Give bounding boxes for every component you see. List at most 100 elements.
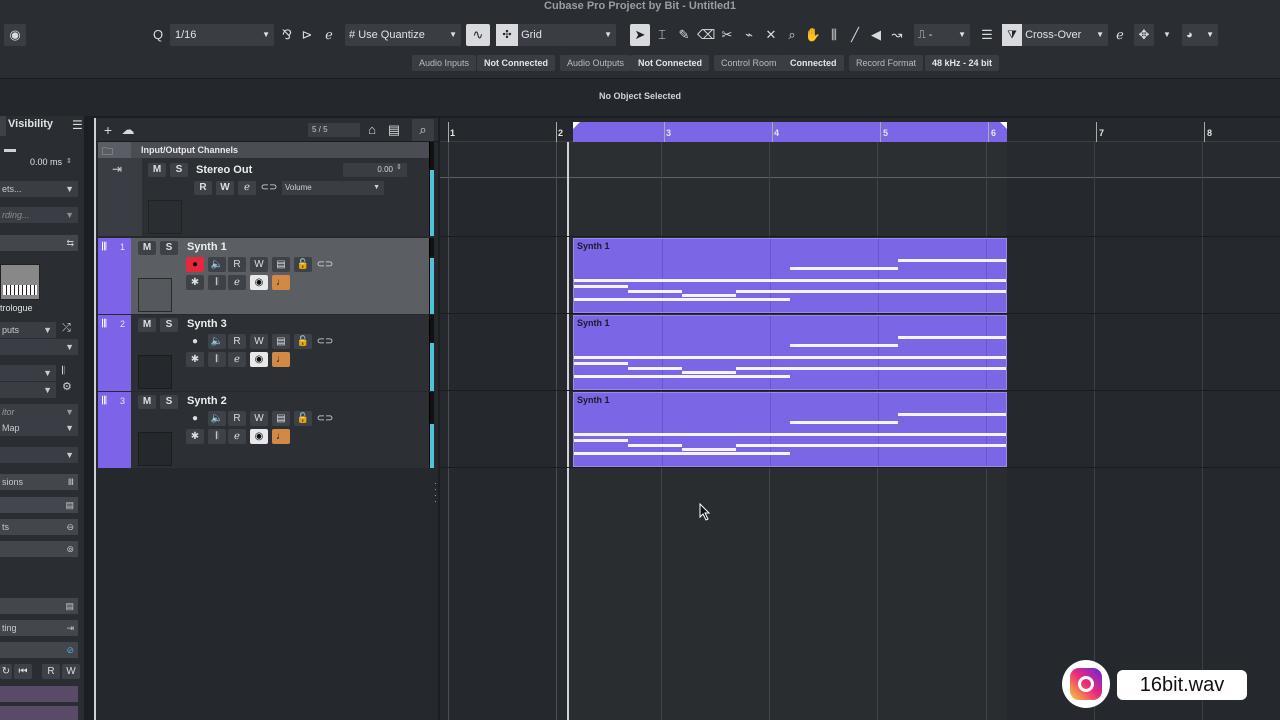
instrument-track-synth-2[interactable]: 𝄃𝄃 3 M S Synth 2 ● 🔈 R W ▤ 🔓 ⊂⊃ ✱ 𝄃 ℯ ◉ … <box>98 392 430 468</box>
track-visibility-icon[interactable]: ⌂ <box>364 119 380 141</box>
record-enable-icon[interactable]: ● <box>186 334 204 349</box>
rewind-icon[interactable]: ⏮ <box>14 664 32 679</box>
channel-settings-icon[interactable]: ◉ <box>250 429 268 444</box>
link-icon[interactable]: ⊂⊃ <box>316 257 334 272</box>
section-notepad[interactable]: ▤ <box>0 598 78 614</box>
ruler[interactable]: 1 2 3 4 5 6 7 8 <box>440 118 1280 142</box>
editor-select[interactable]: itor ▼ <box>0 404 78 420</box>
track-name[interactable]: Synth 3 <box>187 318 227 330</box>
freeze-icon[interactable]: ✱ <box>186 275 204 290</box>
quantize-icon[interactable]: Q <box>148 24 168 46</box>
delay-slider[interactable] <box>4 149 16 152</box>
channel-settings-icon[interactable]: ◉ <box>250 275 268 290</box>
solo-button[interactable]: S <box>160 241 178 255</box>
drum-map-select[interactable]: Map ▼ <box>0 420 78 436</box>
edit-instrument-icon[interactable]: ℯ <box>228 275 246 290</box>
channel-settings-icon[interactable]: ◉ <box>250 352 268 367</box>
erase-tool-icon[interactable]: ⌫ <box>697 24 715 46</box>
freeze-icon[interactable]: ✱ <box>186 352 204 367</box>
midi-part[interactable]: Synth 1 <box>573 315 1007 390</box>
splitter-handle-icon[interactable]: · · · · <box>434 479 437 506</box>
mute-button[interactable]: M <box>138 395 156 409</box>
delay-value[interactable]: 0.00 ms <box>30 157 62 167</box>
section-quick-controls[interactable]: ting ⇥ <box>0 620 78 636</box>
object-selection-tool-icon[interactable]: ➤ <box>630 24 650 46</box>
lock-icon[interactable]: 🔓 <box>294 257 312 272</box>
record-format-status[interactable]: Record Format <box>849 55 924 71</box>
lock-icon[interactable]: 🔓 <box>294 334 312 349</box>
section-link[interactable]: ⊘ <box>0 642 78 658</box>
midi-channel-select[interactable]: ▼ <box>0 365 56 381</box>
mute-button[interactable]: M <box>138 318 156 332</box>
inspector-tab[interactable] <box>0 116 6 136</box>
solo-button[interactable]: S <box>160 395 178 409</box>
write-button[interactable]: W <box>62 664 80 679</box>
gear-icon[interactable]: ⚙ <box>62 380 72 393</box>
zoom-tool-icon[interactable]: ⌕ <box>783 24 801 46</box>
musical-mode-icon[interactable]: ♩ <box>272 275 290 290</box>
draw-tool-icon[interactable]: ✎ <box>675 24 693 46</box>
read-automation-button[interactable]: R <box>228 257 246 272</box>
snap-type-select[interactable]: ✣ Grid ▼ <box>496 24 616 46</box>
track-name[interactable]: Synth 1 <box>187 241 227 253</box>
audio-inputs-status[interactable]: Audio Inputs <box>412 55 477 71</box>
audio-outputs-status[interactable]: Audio Outputs <box>560 55 632 71</box>
shuffle-icon[interactable]: ⤮ <box>62 322 71 335</box>
use-quantize-select[interactable]: # Use Quantize ▼ <box>345 24 461 46</box>
instrument-section-header[interactable]: ⇆ <box>0 235 78 251</box>
glue-tool-icon[interactable]: ⌁ <box>740 24 758 46</box>
presets-field[interactable]: ets... ▼ <box>0 181 78 197</box>
color-select[interactable]: ◕ ▼ <box>1182 24 1218 46</box>
section-expressions[interactable]: sions Ⅲ <box>0 474 78 490</box>
instrument-track-synth-3[interactable]: 𝄃𝄃 2 M S Synth 3 ● 🔈 R W ▤ 🔓 ⊂⊃ ✱ 𝄃 ℯ ◉ … <box>98 315 430 391</box>
read-automation-button[interactable]: R <box>228 411 246 426</box>
automation-param-select[interactable]: Volume ▼ <box>282 181 384 195</box>
midi-part[interactable]: Synth 1 <box>573 392 1007 467</box>
right-locator-icon[interactable] <box>1000 122 1007 129</box>
extra-select[interactable]: ▼ <box>0 447 78 463</box>
lock-icon[interactable]: 🔓 <box>294 411 312 426</box>
comp-tool-icon[interactable]: ⫼ <box>825 24 843 46</box>
musical-mode-icon[interactable]: ♩ <box>272 352 290 367</box>
solo-button[interactable]: S <box>170 163 188 177</box>
track-list-icon[interactable]: ▤ <box>386 119 402 141</box>
edit-channel-icon[interactable]: ℯ <box>238 181 256 195</box>
read-button[interactable]: R <box>42 664 60 679</box>
range-selection-tool-icon[interactable]: ⌶ <box>653 24 671 46</box>
write-automation-button[interactable]: W <box>216 181 234 195</box>
folder-name[interactable]: Input/Output Channels <box>141 145 238 155</box>
stepper-icon[interactable]: ⇕ <box>66 157 72 165</box>
add-track-icon[interactable]: + <box>100 119 116 141</box>
keyboard-icon[interactable]: 𝄃 <box>208 429 226 444</box>
link-icon[interactable]: ⊂⊃ <box>260 181 278 195</box>
record-enable-icon[interactable]: ● <box>186 411 204 426</box>
crossfade-mode-select[interactable]: ⧩ Cross-Over ▼ <box>1002 24 1108 46</box>
routing-select[interactable]: ▼ <box>0 339 78 355</box>
section-sends[interactable]: ⊚ <box>0 541 78 557</box>
hand-tool-icon[interactable]: ✋ <box>804 24 822 46</box>
record-enable-icon[interactable]: ● <box>186 257 204 272</box>
list-icon[interactable]: ▤ <box>272 334 290 349</box>
quantize-panel-icon[interactable]: ⊳ <box>298 24 316 46</box>
link-icon[interactable]: ⊂⊃ <box>316 334 334 349</box>
chevron-down-icon[interactable]: ▼ <box>1158 24 1176 46</box>
musical-mode-icon[interactable]: ♩ <box>272 429 290 444</box>
track-name[interactable]: Stereo Out <box>196 164 252 176</box>
list-icon[interactable]: ▤ <box>272 257 290 272</box>
loop-range[interactable] <box>573 122 1007 142</box>
edit-instrument-icon[interactable]: ℯ <box>228 429 246 444</box>
link-icon[interactable]: ⊂⊃ <box>316 411 334 426</box>
outputs-select[interactable]: puts ▼ <box>0 322 56 338</box>
nudge-icon[interactable]: ✥ <box>1134 24 1154 46</box>
track-name[interactable]: Synth 2 <box>187 395 227 407</box>
solo-button[interactable]: S <box>160 318 178 332</box>
iterative-quantize-icon[interactable]: ⅋ <box>278 24 296 46</box>
edit-icon[interactable]: ℯ <box>320 24 338 46</box>
stereo-out-track[interactable]: ⇥ M S Stereo Out 0.00 ⇕ R W ℯ ⊂⊃ Volume ▼ <box>98 158 430 236</box>
read-automation-button[interactable]: R <box>194 181 212 195</box>
program-select[interactable]: ▼ <box>0 382 56 398</box>
monitor-icon[interactable]: 🔈 <box>208 334 226 349</box>
keyboard-icon[interactable]: 𝄃 <box>208 352 226 367</box>
list-icon[interactable]: ▤ <box>272 411 290 426</box>
mute-button[interactable]: M <box>148 163 166 177</box>
